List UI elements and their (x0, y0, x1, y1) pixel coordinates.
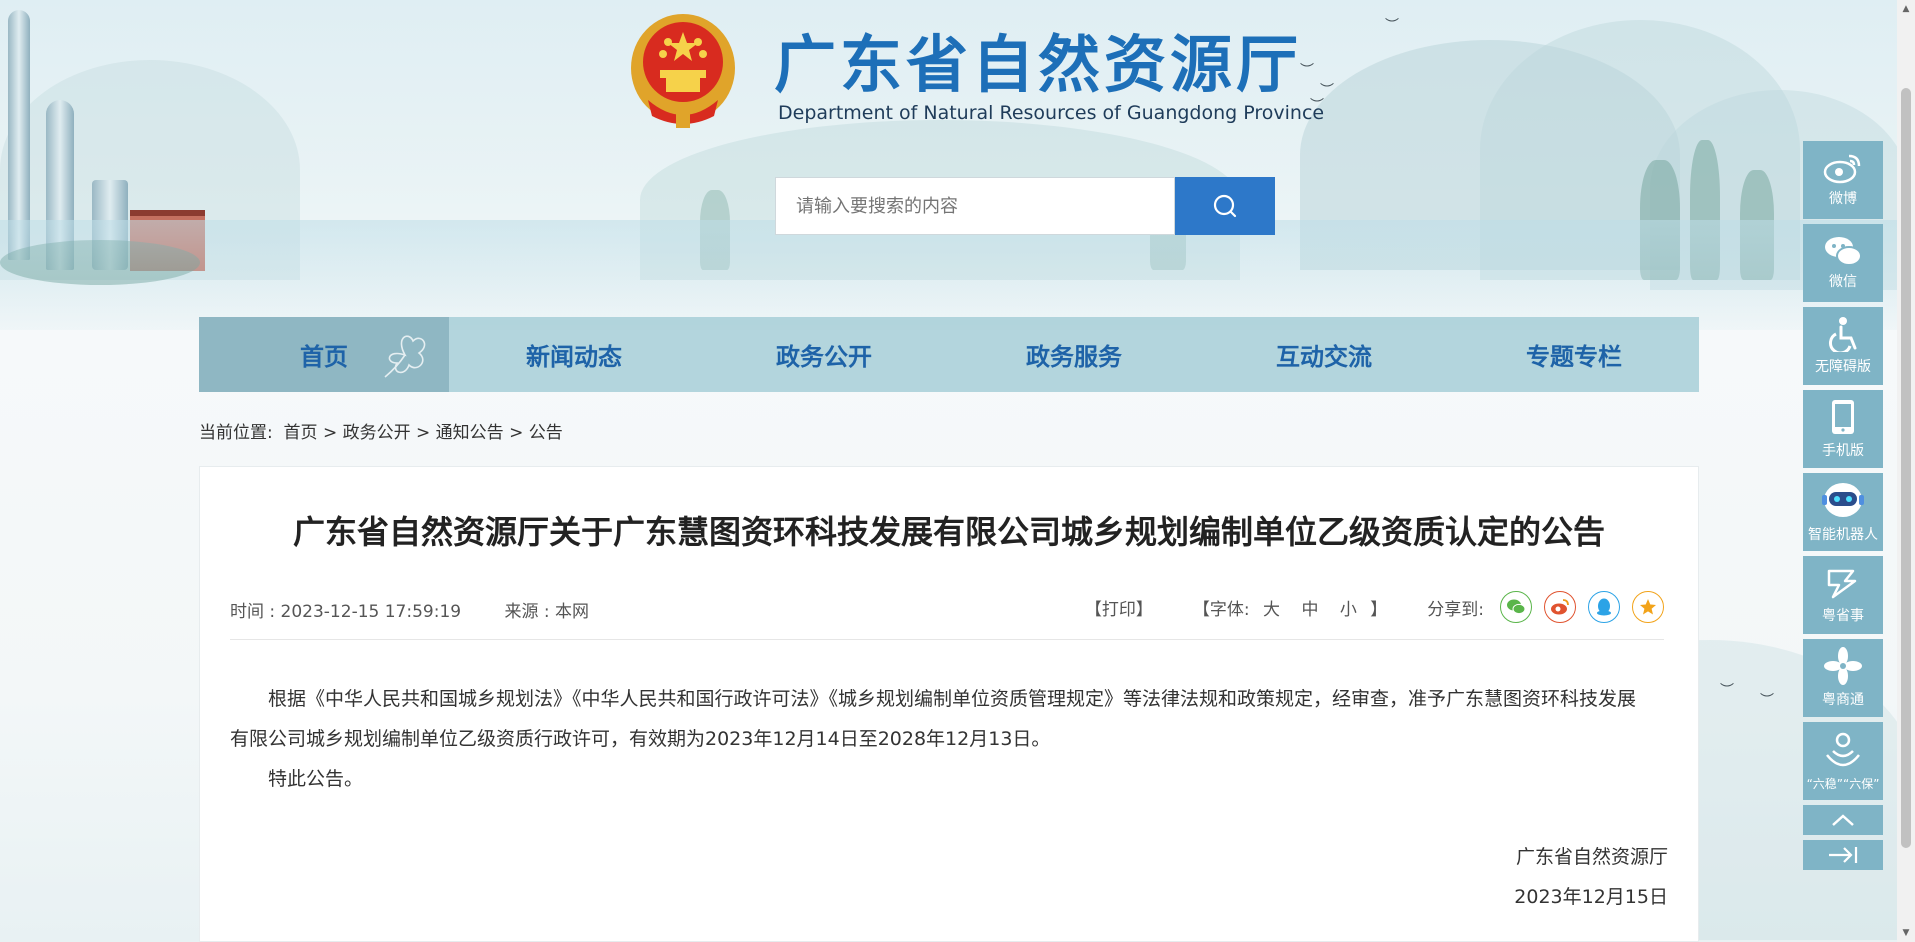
float-yueshengshi-button[interactable]: 粤省事 (1803, 556, 1883, 634)
share-label: 分享到: (1427, 599, 1484, 620)
yueshangtong-icon (1824, 647, 1862, 685)
robot-icon (1822, 483, 1864, 517)
share-qq-button[interactable] (1588, 591, 1620, 623)
nav-home[interactable]: 首页 (199, 317, 449, 392)
font-small-button[interactable]: 小 (1340, 600, 1357, 620)
search-button[interactable] (1175, 177, 1275, 235)
float-six-stability-label: “六稳”“六保” (1806, 776, 1880, 791)
collapse-right-icon (1829, 847, 1858, 863)
nav-interaction[interactable]: 互动交流 (1199, 317, 1449, 392)
mobile-icon (1832, 400, 1854, 434)
back-to-top-button[interactable] (1803, 805, 1883, 835)
font-size-control: 【字体: 大 中 小 】 (1193, 595, 1387, 620)
floating-toolbar: 微博 微信 无障碍版 手机版 智能机器人 粤省事 粤商通 “六稳”“六保” (1803, 141, 1883, 875)
six-stability-icon (1826, 732, 1860, 766)
float-wechat-button[interactable]: 微信 (1803, 224, 1883, 302)
article-paragraph: 特此公告。 (268, 768, 364, 790)
font-size-label: 【字体: (1192, 599, 1250, 620)
float-accessibility-label: 无障碍版 (1815, 359, 1871, 375)
article-title: 广东省自然资源厅关于广东慧图资环科技发展有限公司城乡规划编制单位乙级资质认定的公… (292, 513, 1605, 551)
share-wechat-button[interactable] (1500, 591, 1532, 623)
float-wechat-label: 微信 (1829, 274, 1857, 290)
yueshengshi-icon (1827, 569, 1857, 599)
article-body: 根据《中华人民共和国城乡规划法》《中华人民共和国行政许可法》《城乡规划编制单位资… (230, 679, 1653, 799)
qq-icon (1597, 598, 1611, 616)
search-input[interactable] (775, 177, 1175, 235)
article-meta: 时间 : 2023-12-15 17:59:19 来源 : 本网 (230, 597, 627, 622)
nav-news[interactable]: 新闻动态 (449, 317, 699, 392)
article-signature: 广东省自然资源厅 2023年12月15日 (1514, 837, 1668, 917)
float-robot-button[interactable]: 智能机器人 (1803, 473, 1883, 551)
breadcrumb-prefix: 当前位置: (199, 423, 273, 443)
star-icon (1640, 599, 1656, 615)
float-yueshangtong-label: 粤商通 (1822, 692, 1864, 708)
breadcrumb: 当前位置: 首页 > 政务公开 > 通知公告 > 公告 (199, 418, 563, 443)
scroll-up-arrow-icon[interactable]: ▲ (1897, 0, 1915, 18)
article-panel: 广东省自然资源厅关于广东慧图资环科技发展有限公司城乡规划编制单位乙级资质认定的公… (199, 466, 1699, 942)
main-nav: 首页 新闻动态 政务公开 政务服务 互动交流 专题专栏 (199, 317, 1699, 392)
breadcrumb-home[interactable]: 首页 (284, 423, 318, 443)
float-accessibility-button[interactable]: 无障碍版 (1803, 307, 1883, 385)
nav-government-affairs[interactable]: 政务公开 (699, 317, 949, 392)
flower-decoration-icon (384, 335, 426, 378)
search-icon (1213, 194, 1237, 218)
national-emblem-icon (631, 14, 735, 128)
float-weibo-label: 微博 (1829, 191, 1857, 207)
meta-divider (230, 639, 1664, 640)
weibo-icon (1823, 154, 1861, 184)
breadcrumb-government-affairs[interactable]: 政务公开 (343, 423, 411, 443)
float-weibo-button[interactable]: 微博 (1803, 141, 1883, 219)
article-source: 来源 : 本网 (504, 602, 590, 622)
print-button[interactable]: 【打印】 (1085, 595, 1153, 620)
breadcrumb-announcement[interactable]: 公告 (529, 423, 563, 443)
float-mobile-label: 手机版 (1822, 443, 1864, 459)
font-size-close: 】 (1370, 599, 1388, 620)
scrollbar-thumb[interactable] (1901, 88, 1911, 848)
scroll-down-arrow-icon[interactable]: ▼ (1897, 924, 1915, 942)
breadcrumb-separator: > (509, 423, 524, 443)
font-medium-button[interactable]: 中 (1301, 600, 1318, 620)
share-weibo-button[interactable] (1544, 591, 1576, 623)
page-scrollbar[interactable]: ▲ ▼ (1897, 0, 1915, 942)
site-title: 广东省自然资源厅 (774, 28, 1303, 101)
signature-org: 广东省自然资源厅 (1515, 846, 1668, 868)
nav-services[interactable]: 政务服务 (949, 317, 1199, 392)
chevron-up-icon (1832, 814, 1854, 826)
breadcrumb-notices[interactable]: 通知公告 (436, 423, 504, 443)
accessibility-icon (1828, 317, 1857, 352)
float-six-stability-button[interactable]: “六稳”“六保” (1803, 722, 1883, 800)
float-yueshengshi-label: 粤省事 (1822, 608, 1864, 624)
article-tools: 【打印】 【字体: 大 中 小 】 分享到: (1085, 591, 1664, 623)
nav-home-label: 首页 (300, 343, 348, 371)
float-robot-label: 智能机器人 (1808, 527, 1878, 543)
wechat-icon (1507, 599, 1526, 615)
weibo-icon (1551, 599, 1569, 615)
share-favorite-button[interactable] (1632, 591, 1664, 623)
collapse-toolbar-button[interactable] (1803, 840, 1883, 870)
breadcrumb-separator: > (322, 423, 338, 443)
article-paragraph: 根据《中华人民共和国城乡规划法》《中华人民共和国行政许可法》《城乡规划编制单位资… (230, 688, 1637, 750)
site-subtitle: Department of Natural Resources of Guang… (778, 102, 1325, 124)
signature-date: 2023年12月15日 (1514, 886, 1668, 908)
font-large-button[interactable]: 大 (1263, 600, 1280, 620)
float-yueshangtong-button[interactable]: 粤商通 (1803, 639, 1883, 717)
breadcrumb-separator: > (416, 423, 431, 443)
article-time: 时间 : 2023-12-15 17:59:19 (230, 602, 462, 622)
nav-topics[interactable]: 专题专栏 (1449, 317, 1699, 392)
float-mobile-button[interactable]: 手机版 (1803, 390, 1883, 468)
wechat-icon (1825, 237, 1862, 266)
